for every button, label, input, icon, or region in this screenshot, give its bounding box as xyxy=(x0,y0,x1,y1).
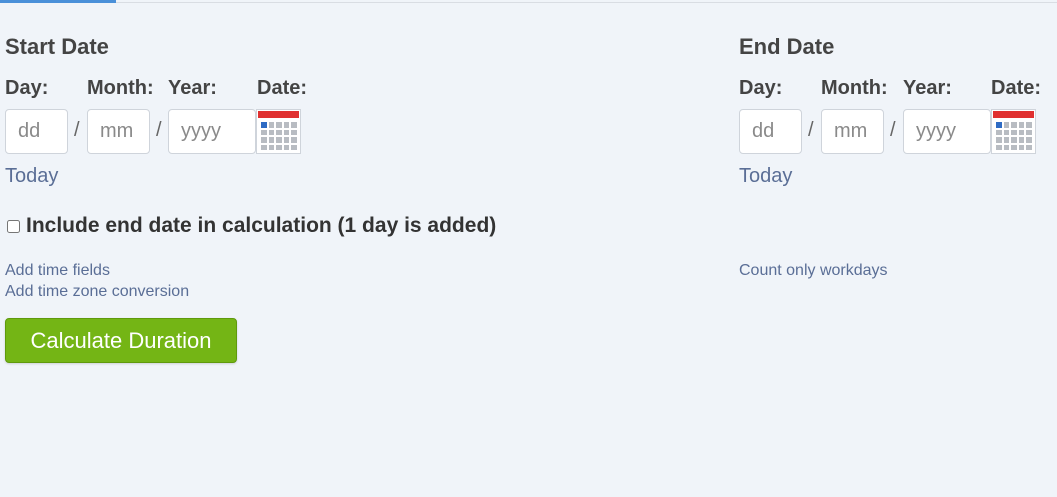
end-date-inputs: / / xyxy=(739,109,1036,157)
end-separator-1: / xyxy=(808,119,814,141)
top-rule xyxy=(0,0,1057,3)
start-separator-2: / xyxy=(156,119,162,141)
calculate-duration-button[interactable]: Calculate Duration xyxy=(5,318,237,363)
start-today-link[interactable]: Today xyxy=(5,165,58,188)
add-time-fields-link[interactable]: Add time fields xyxy=(5,262,110,280)
start-year-input[interactable] xyxy=(168,109,256,154)
start-separator-1: / xyxy=(74,119,80,141)
start-date-labels: Day: Month: Year: Date: xyxy=(5,77,307,109)
start-calendar-button[interactable] xyxy=(256,109,301,154)
end-separator-2: / xyxy=(890,119,896,141)
start-day-input[interactable] xyxy=(5,109,68,154)
start-date-inputs: / / xyxy=(5,109,301,157)
end-today-link[interactable]: Today xyxy=(739,165,792,188)
include-end-date-label: Include end date in calculation (1 day i… xyxy=(26,214,497,237)
start-month-input[interactable] xyxy=(87,109,150,154)
start-date-section: Start Date Day: Month: Year: Date: / / T… xyxy=(5,33,307,188)
end-date-labels: Day: Month: Year: Date: xyxy=(739,77,1041,109)
end-date-title: End Date xyxy=(739,34,835,59)
start-year-label: Year: xyxy=(168,77,217,99)
start-day-label: Day: xyxy=(5,77,49,99)
start-month-label: Month: xyxy=(87,77,154,99)
end-day-input[interactable] xyxy=(739,109,802,154)
count-workdays-link[interactable]: Count only workdays xyxy=(739,262,888,280)
end-month-input[interactable] xyxy=(821,109,884,154)
active-tab-indicator xyxy=(0,0,116,3)
end-month-label: Month: xyxy=(821,77,888,99)
include-end-date-checkbox[interactable] xyxy=(7,219,20,233)
end-year-label: Year: xyxy=(903,77,952,99)
start-date-title: Start Date xyxy=(5,34,109,59)
start-date-label: Date: xyxy=(257,77,308,99)
end-calendar-button[interactable] xyxy=(991,109,1036,154)
add-time-zone-link[interactable]: Add time zone conversion xyxy=(5,283,189,301)
end-date-label: Date: xyxy=(991,77,1042,99)
end-day-label: Day: xyxy=(739,77,783,99)
end-year-input[interactable] xyxy=(903,109,991,154)
include-end-date-option[interactable]: Include end date in calculation (1 day i… xyxy=(5,214,496,238)
end-date-section: End Date Day: Month: Year: Date: / / Tod… xyxy=(739,33,1041,188)
